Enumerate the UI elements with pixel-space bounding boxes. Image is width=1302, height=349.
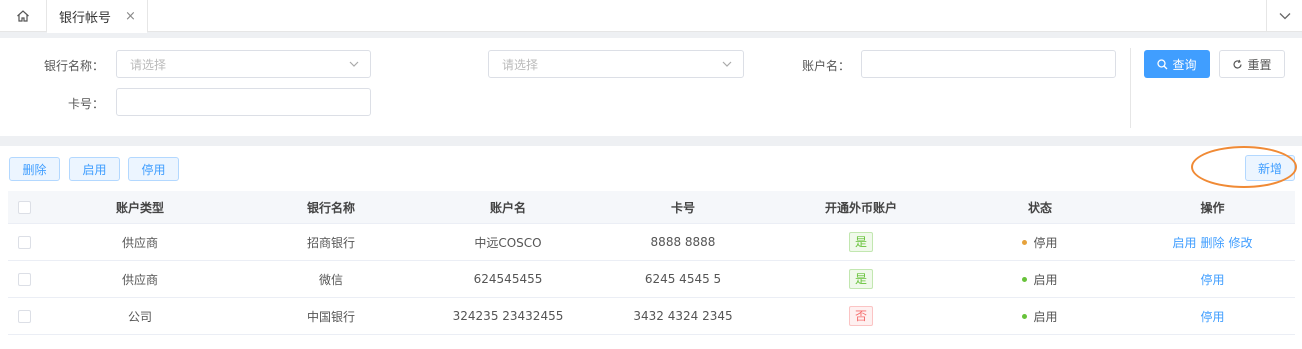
- table-row: 供应商 微信 624545455 6245 4545 5 是 启用 停用: [8, 261, 1295, 298]
- status-cell: 启用: [950, 271, 1130, 288]
- row-checkbox[interactable]: [17, 235, 31, 249]
- column-header: 状态: [1027, 200, 1052, 215]
- foreign-currency-tag: 是: [848, 269, 873, 289]
- table-row: 供应商 招商银行 中远COSCO 8888 8888 是 停用 启用 删除 修改: [8, 224, 1295, 261]
- disable-button[interactable]: 停用: [128, 157, 179, 181]
- bank-name-cell: 微信: [318, 272, 343, 287]
- status-dot-icon: [1022, 276, 1028, 282]
- bank-name-cell: 中国银行: [306, 309, 355, 324]
- table-header: 账户类型 银行名称 账户名 卡号 开通外币账户 状态 操作: [8, 191, 1295, 224]
- chevron-down-icon: [722, 61, 732, 67]
- column-header: 账户名: [489, 200, 526, 215]
- foreign-currency-tag: 否: [848, 306, 873, 326]
- select-all-checkbox[interactable]: [17, 200, 31, 214]
- bank-name-select[interactable]: 请选择: [116, 50, 371, 78]
- tab-more-button[interactable]: [1266, 0, 1302, 32]
- bank-name-cell: 招商银行: [306, 235, 355, 250]
- content-panel: 删除 启用 停用 新增 账户类型 银行名称 账户名 卡号 开通外币账户 状态 操…: [0, 146, 1302, 349]
- card-number-cell: 3432 4324 2345: [633, 309, 733, 323]
- status-text: 启用: [1033, 272, 1058, 287]
- account-name-cell: 中远COSCO: [474, 235, 542, 250]
- status-cell: 停用: [950, 234, 1130, 251]
- actions-cell: 启用 删除 修改: [1130, 234, 1295, 251]
- bank-name-label: 银行名称：: [43, 59, 104, 73]
- card-no-input[interactable]: [116, 88, 371, 116]
- delete-link[interactable]: 删除: [1200, 236, 1224, 250]
- bank-account-table: 账户类型 银行名称 账户名 卡号 开通外币账户 状态 操作 供应商 招商银行 中…: [8, 191, 1295, 335]
- status-text: 停用: [1033, 235, 1058, 250]
- foreign-currency-tag: 是: [848, 232, 873, 252]
- bank-name-placeholder: 请选择: [130, 57, 167, 72]
- card-number-cell: 6245 4545 5: [644, 272, 722, 286]
- query-button[interactable]: 查询: [1144, 50, 1210, 78]
- disable-link[interactable]: 停用: [1200, 273, 1224, 287]
- add-button[interactable]: 新增: [1245, 155, 1295, 181]
- account-name-cell: 324235 23432455: [452, 309, 564, 323]
- foreign-currency-cell: 否: [772, 306, 950, 326]
- tab-label: 银行帐号: [59, 10, 112, 26]
- refresh-icon: [1233, 59, 1243, 68]
- column-header: 卡号: [670, 200, 695, 215]
- account-type-cell: 供应商: [121, 235, 158, 250]
- close-icon[interactable]: ×: [125, 9, 136, 24]
- row-select-cell: [8, 235, 40, 249]
- row-select-cell: [8, 309, 40, 323]
- select-all-cell: [8, 200, 40, 214]
- card-number-cell: 8888 8888: [650, 235, 716, 249]
- account-name-input[interactable]: [861, 50, 1116, 78]
- home-tab[interactable]: [0, 0, 46, 32]
- column-header: 银行名称: [306, 200, 355, 215]
- query-button-label: 查询: [1172, 57, 1197, 72]
- column-header: 账户类型: [115, 200, 164, 215]
- row-checkbox[interactable]: [17, 309, 31, 323]
- disable-link[interactable]: 停用: [1200, 310, 1224, 324]
- reset-button[interactable]: 重置: [1219, 50, 1285, 78]
- secondary-select-placeholder: 请选择: [502, 57, 539, 72]
- enable-link[interactable]: 启用: [1172, 236, 1196, 250]
- column-header: 开通外币账户: [824, 200, 897, 215]
- status-cell: 启用: [950, 308, 1130, 325]
- actions-cell: 停用: [1130, 271, 1295, 288]
- actions-cell: 停用: [1130, 308, 1295, 325]
- status-text: 启用: [1033, 309, 1058, 324]
- status-dot-icon: [1022, 313, 1028, 319]
- chevron-down-icon: [1279, 13, 1290, 20]
- reset-button-label: 重置: [1247, 57, 1272, 72]
- card-no-label: 卡号：: [67, 97, 104, 111]
- secondary-select[interactable]: 请选择: [488, 50, 744, 78]
- column-header: 操作: [1200, 200, 1225, 215]
- tab-bank-account[interactable]: 银行帐号 ×: [46, 0, 148, 33]
- divider: [1130, 48, 1131, 128]
- account-type-cell: 公司: [127, 309, 152, 324]
- foreign-currency-cell: 是: [772, 232, 950, 252]
- foreign-currency-cell: 是: [772, 269, 950, 289]
- delete-button[interactable]: 删除: [9, 157, 60, 181]
- account-name-label: 账户名：: [801, 59, 850, 73]
- tab-bar: 银行帐号 ×: [0, 0, 1302, 33]
- edit-link[interactable]: 修改: [1229, 236, 1253, 250]
- row-checkbox[interactable]: [17, 272, 31, 286]
- account-name-cell: 624545455: [473, 272, 543, 286]
- table-row: 公司 中国银行 324235 23432455 3432 4324 2345 否…: [8, 298, 1295, 335]
- search-icon: [1157, 58, 1168, 69]
- enable-button[interactable]: 启用: [69, 157, 120, 181]
- search-panel: 银行名称： 请选择 请选择 账户名： 卡号： 查询 重置: [0, 38, 1302, 136]
- status-dot-icon: [1022, 239, 1028, 245]
- row-select-cell: [8, 272, 40, 286]
- chevron-down-icon: [349, 61, 359, 67]
- account-type-cell: 供应商: [121, 272, 158, 287]
- home-icon: [17, 10, 29, 22]
